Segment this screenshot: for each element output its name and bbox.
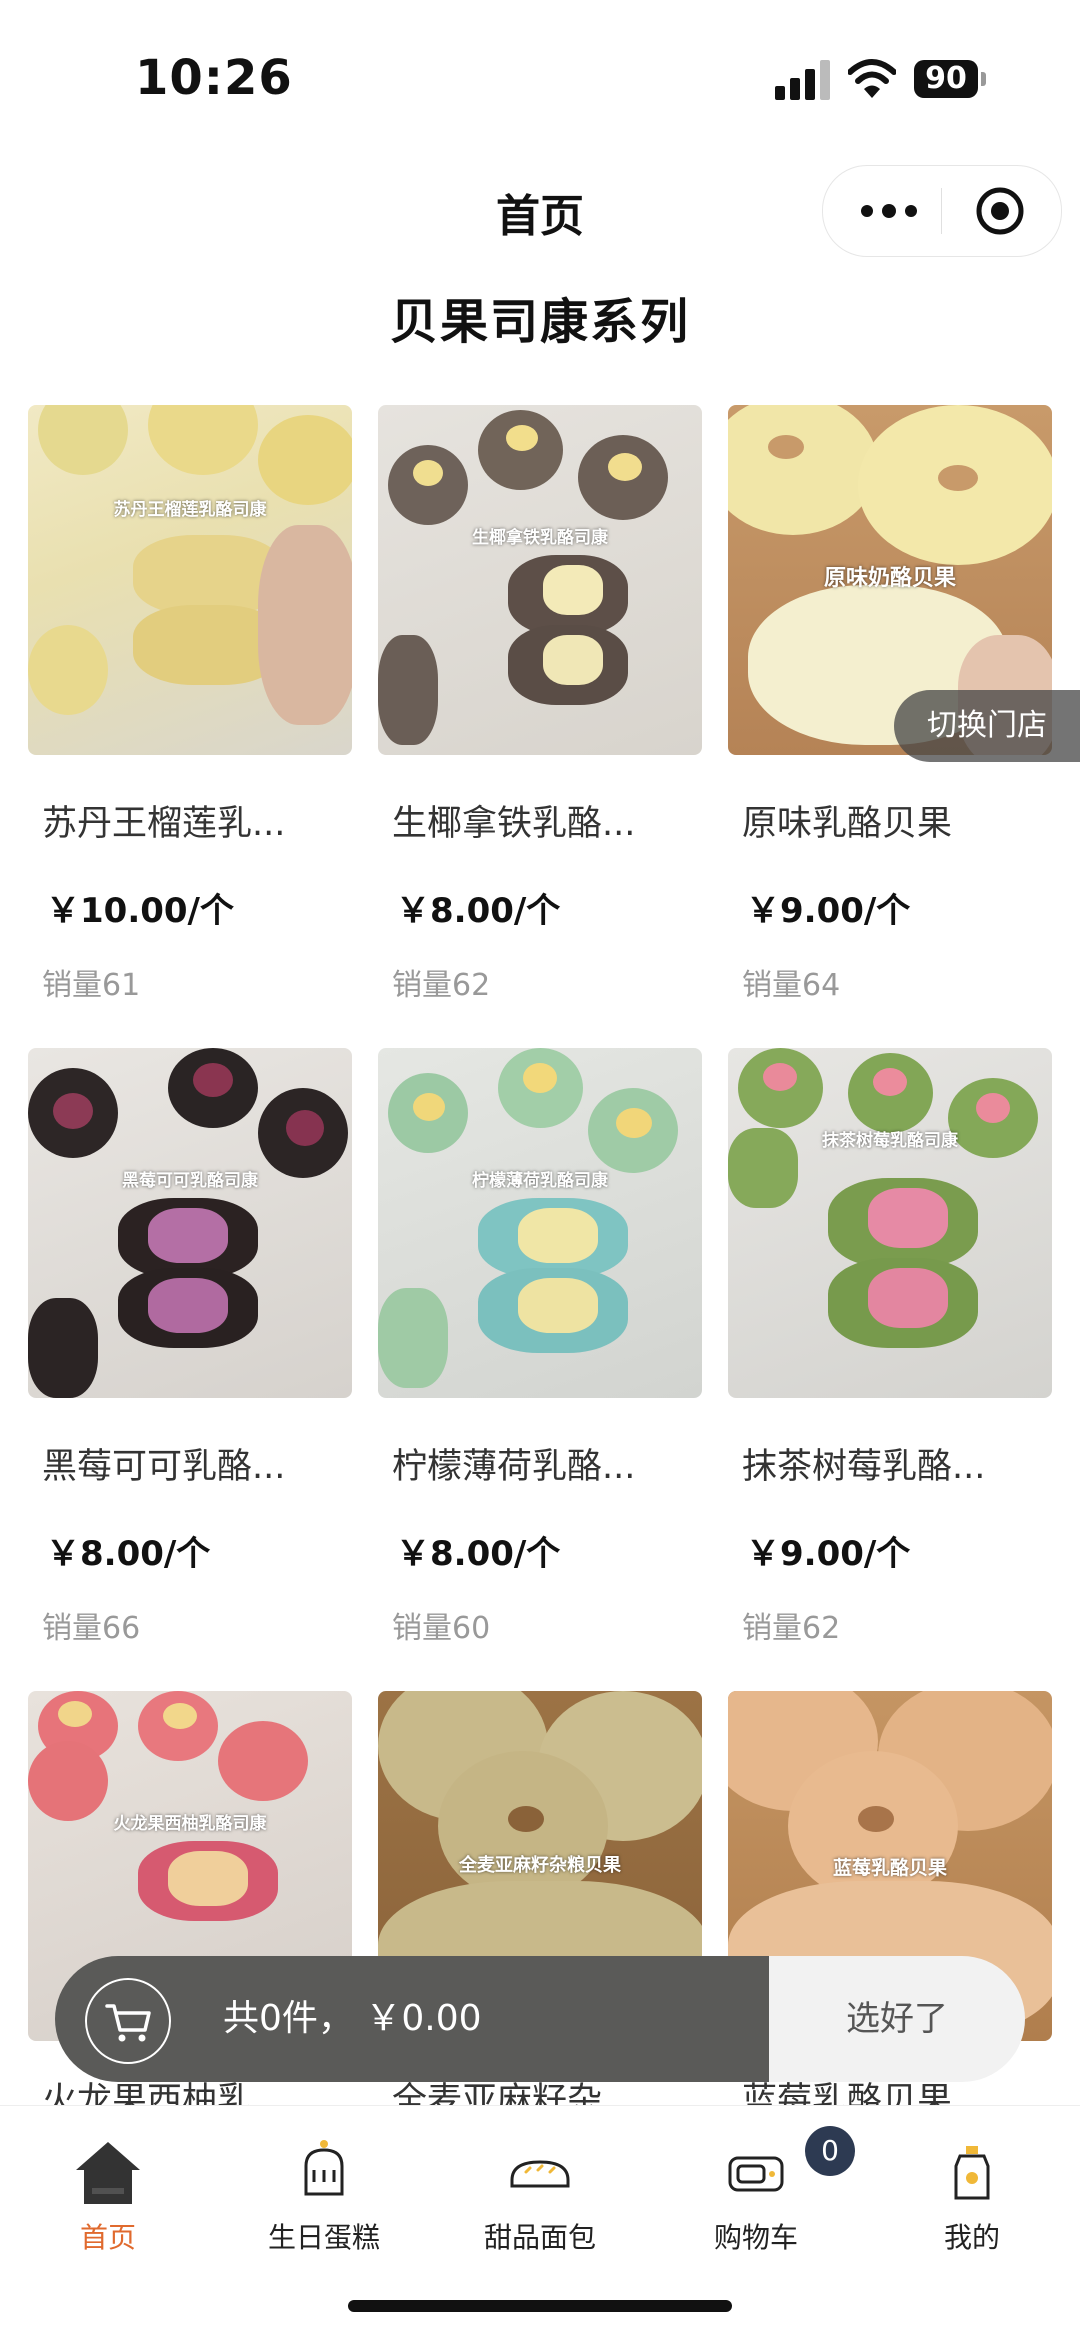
product-image-caption: 黑莓可可乳酪司康 [122,1171,258,1191]
cake-icon [304,2140,344,2196]
product-image-caption: 原味奶酪贝果 [823,566,957,591]
product-name: 原味乳酪贝果 [742,804,953,844]
tab-birthday-cake[interactable]: 生日蛋糕 [216,2106,432,2266]
product-image: 柠檬薄荷乳酪司康 [378,1048,702,1398]
product-card[interactable]: 抹茶树莓乳酪司康 抹茶树莓乳酪... ￥9.00/个 销量62 [728,1048,1052,1648]
cart-summary-panel[interactable]: 共0件， ￥0.00 [55,1956,769,2082]
product-price: ￥9.00/个 [746,1534,911,1574]
product-card[interactable]: 苏丹王榴莲乳酪司康 苏丹王榴莲乳... ￥10.00/个 销量61 [28,405,352,1005]
cart-icon [728,2156,784,2192]
tab-label: 首页 [79,2221,136,2254]
status-time: 10:26 [135,50,293,106]
product-image-caption: 柠檬薄荷乳酪司康 [472,1171,608,1191]
product-name: 柠檬薄荷乳酪... [392,1447,636,1487]
close-miniprogram-icon[interactable] [975,186,1025,236]
section-title: 贝果司康系列 [389,294,690,350]
product-price: ￥9.00/个 [746,891,911,931]
tab-profile[interactable]: 我的 [864,2106,1080,2266]
product-name: 苏丹王榴莲乳... [42,804,286,844]
tab-label: 我的 [943,2221,1000,2254]
more-icon[interactable] [859,204,919,218]
product-card[interactable]: 柠檬薄荷乳酪司康 柠檬薄荷乳酪... ￥8.00/个 销量60 [378,1048,702,1648]
product-sales: 销量61 [42,968,141,1003]
miniprogram-capsule [822,165,1062,257]
capsule-divider [941,188,942,234]
battery-icon: 90 [914,60,986,98]
product-card[interactable]: 生椰拿铁乳酪司康 生椰拿铁乳酪... ￥8.00/个 销量62 [378,405,702,1005]
tab-home[interactable]: 首页 [0,2106,216,2266]
cart-bar: 共0件， ￥0.00 选好了 [55,1956,1025,2082]
product-sales: 销量62 [392,968,491,1003]
home-indicator [348,2300,732,2312]
product-sales: 销量62 [742,1611,841,1646]
cart-summary-text: 共0件， ￥0.00 [223,1998,482,2039]
product-image: 抹茶树莓乳酪司康 [728,1048,1052,1398]
product-name: 黑莓可可乳酪... [42,1447,286,1487]
product-name: 抹茶树莓乳酪... [742,1447,986,1487]
product-image: 苏丹王榴莲乳酪司康 [28,405,352,755]
profile-icon [954,2146,990,2200]
product-price: ￥10.00/个 [46,891,234,931]
tab-label: 甜品面包 [483,2221,596,2254]
product-sales: 销量64 [742,968,841,1003]
product-name: 生椰拿铁乳酪... [392,804,636,844]
tab-label: 生日蛋糕 [267,2221,380,2254]
status-bar: 10:26 90 [0,0,1080,150]
wifi-icon [848,59,896,98]
product-price: ￥8.00/个 [396,1534,561,1574]
product-price: ￥8.00/个 [396,891,561,931]
product-sales: 销量66 [42,1611,141,1646]
tab-dessert-bread[interactable]: 甜品面包 [432,2106,648,2266]
product-image-caption: 蓝莓乳酪贝果 [832,1857,948,1879]
product-image: 黑莓可可乳酪司康 [28,1048,352,1398]
product-image: 生椰拿铁乳酪司康 [378,405,702,755]
checkout-button[interactable]: 选好了 [769,1956,1025,2082]
product-price: ￥8.00/个 [46,1534,211,1574]
bread-icon [510,2160,570,2188]
product-image-caption: 全麦亚麻籽杂粮贝果 [459,1855,621,1876]
battery-level: 90 [914,60,978,98]
product-sales: 销量60 [392,1611,491,1646]
product-card[interactable]: 黑莓可可乳酪司康 黑莓可可乳酪... ￥8.00/个 销量66 [28,1048,352,1648]
product-image-caption: 生椰拿铁乳酪司康 [472,528,608,548]
product-image-caption: 苏丹王榴莲乳酪司康 [113,500,267,520]
cart-count-badge: 0 [805,2126,855,2176]
product-image-caption: 火龙果西柚乳酪司康 [113,1814,267,1834]
cellular-signal-icon [775,60,830,100]
home-icon [76,2142,140,2204]
product-image-caption: 抹茶树莓乳酪司康 [822,1131,958,1151]
shopping-cart-icon[interactable] [85,1978,171,2064]
switch-store-button[interactable]: 切换门店 [894,690,1080,762]
tab-label: 购物车 [713,2221,798,2254]
